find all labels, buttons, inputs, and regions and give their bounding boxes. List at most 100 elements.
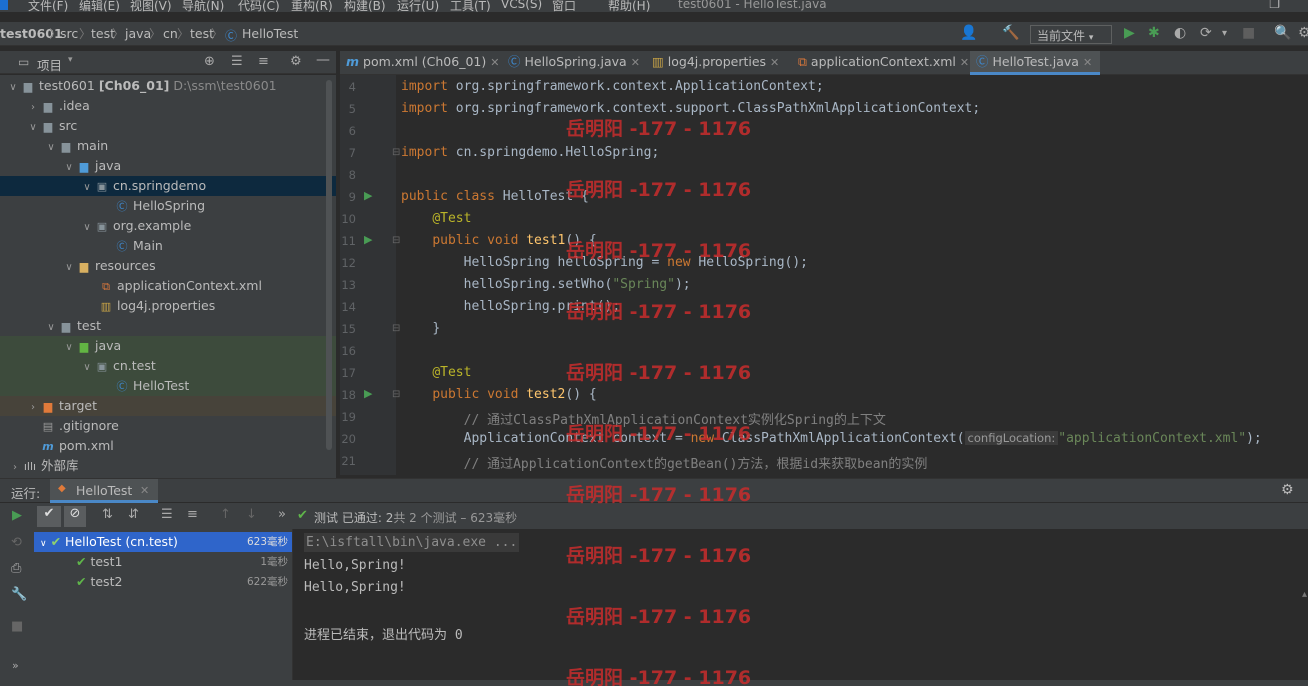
breadcrumb-hellotest[interactable]: HelloTest	[242, 26, 298, 41]
menu-build[interactable]: 构建(B)	[344, 0, 386, 12]
console-output[interactable]: E:\isftall\bin\java.exe ... Hello,Spring…	[294, 529, 1308, 686]
test-row[interactable]: ✔ test2 622毫秒	[34, 572, 292, 592]
menu-refactor[interactable]: 重构(R)	[291, 0, 333, 12]
rerun-icon[interactable]: ▶	[12, 508, 22, 523]
more-run-options-icon[interactable]: ▾	[1222, 28, 1227, 39]
tree-item-cn-test[interactable]: ∨ ▣ cn.test	[0, 356, 336, 376]
locate-icon[interactable]: ⊕	[204, 54, 215, 69]
run-configuration-select[interactable]: 当前文件 ▾	[1030, 25, 1112, 44]
run-test-method-icon[interactable]: ▶	[364, 387, 372, 400]
more-icon[interactable]: »	[278, 507, 286, 522]
tree-item-hellotest[interactable]: Ⓒ HelloTest	[0, 376, 336, 396]
collapse-all-icon[interactable]: ≡	[258, 54, 269, 69]
breadcrumb-java[interactable]: java	[125, 26, 151, 41]
wrench-icon[interactable]: 🔧	[11, 587, 27, 602]
chevron-down-icon[interactable]: ∨	[44, 138, 58, 158]
tree-item-project-root[interactable]: ∨ ▆ test0601 [Ch06_01] D:\ssm\test0601	[6, 76, 328, 96]
tree-item-org-example[interactable]: ∨ ▣ org.example	[6, 216, 328, 236]
next-failed-icon[interactable]: ↓	[246, 507, 257, 522]
close-icon[interactable]: ✕	[140, 484, 149, 497]
chevron-down-icon[interactable]: ∨	[80, 218, 94, 238]
close-icon[interactable]: ✕	[770, 56, 779, 69]
tree-item-cn-springdemo[interactable]: ∨ ▣ cn.springdemo	[0, 176, 336, 196]
run-icon[interactable]: ▶	[1124, 25, 1135, 41]
tab-pom-xml[interactable]: m pom.xml (Ch06_01) ✕	[340, 51, 499, 75]
gear-icon[interactable]: ⚙	[290, 54, 302, 69]
show-passed-icon[interactable]: ✔	[37, 506, 61, 527]
menu-help[interactable]: 帮助(H)	[608, 0, 650, 12]
tree-item-external-libs[interactable]: › ıllı 外部库	[6, 456, 328, 476]
more-icon[interactable]: »	[12, 659, 19, 672]
fold-icon[interactable]: ⊟	[392, 235, 400, 246]
test-row[interactable]: ✔ test1 1毫秒	[34, 552, 292, 572]
menu-edit[interactable]: 编辑(E)	[79, 0, 120, 12]
chevron-down-icon[interactable]: ∨	[62, 258, 76, 278]
tab-run-hellotest[interactable]: ◆ HelloTest ✕	[50, 479, 158, 503]
close-icon[interactable]: ✕	[1083, 56, 1092, 69]
tab-applicationcontext[interactable]: ⧉ applicationContext.xml ✕	[792, 51, 972, 75]
tree-item-gitignore[interactable]: ▤ .gitignore	[6, 416, 328, 436]
restore-window-icon[interactable]: ❐	[1269, 0, 1280, 11]
stop-icon[interactable]: ■	[1242, 25, 1255, 41]
tree-item-applicationcontext[interactable]: ⧉ applicationContext.xml	[6, 276, 328, 296]
settings-icon[interactable]: ⚙	[1298, 25, 1308, 41]
expand-all-icon[interactable]: ☰	[161, 507, 173, 522]
user-icon[interactable]: 👤	[960, 25, 977, 41]
tree-item-target[interactable]: › ▆ target	[0, 396, 336, 416]
previous-failed-icon[interactable]: ↑	[220, 507, 231, 522]
tree-item-main-java[interactable]: ∨ ▆ java	[6, 156, 328, 176]
collapse-all-icon[interactable]: ≡	[187, 507, 198, 522]
chevron-down-icon[interactable]: ∨	[6, 78, 20, 98]
menu-window[interactable]: 窗口	[552, 0, 576, 12]
sort-by-duration-icon[interactable]: ⇵	[128, 507, 139, 522]
tree-item-idea[interactable]: › ▆ .idea	[6, 96, 328, 116]
tree-item-test[interactable]: ∨ ▆ test	[6, 316, 328, 336]
tab-log4j[interactable]: ▥ log4j.properties ✕	[646, 51, 796, 75]
profile-icon[interactable]: ⟳	[1200, 25, 1212, 41]
menu-file[interactable]: 文件(F)	[28, 0, 68, 12]
command-line[interactable]: E:\isftall\bin\java.exe ...	[304, 533, 520, 552]
tree-item-log4j[interactable]: ▥ log4j.properties	[6, 296, 328, 316]
hide-panel-icon[interactable]: —	[316, 52, 330, 68]
close-icon[interactable]: ✕	[631, 56, 640, 69]
breadcrumb-src[interactable]: src	[60, 26, 78, 41]
tree-item-hellospring[interactable]: Ⓒ HelloSpring	[6, 196, 328, 216]
tree-item-main-class[interactable]: Ⓒ Main	[6, 236, 328, 256]
chevron-down-icon[interactable]: ∨	[62, 158, 76, 178]
close-icon[interactable]: ✕	[490, 56, 499, 69]
chevron-right-icon[interactable]: ›	[26, 98, 40, 118]
fold-icon[interactable]: ⊟	[392, 389, 400, 400]
gear-icon[interactable]: ⚙	[1281, 482, 1294, 498]
menu-code[interactable]: 代码(C)	[238, 0, 280, 12]
chevron-right-icon[interactable]: ›	[8, 458, 22, 478]
breadcrumb-cn[interactable]: cn	[163, 26, 178, 41]
stop-icon[interactable]: ■	[11, 619, 23, 634]
chevron-down-icon[interactable]: ∨	[26, 118, 40, 138]
tree-item-main[interactable]: ∨ ▆ main	[6, 136, 328, 156]
expand-all-icon[interactable]: ☰	[231, 54, 243, 69]
test-suite-row[interactable]: ∨ ✔ HelloTest (cn.test) 623毫秒	[34, 532, 292, 552]
chevron-right-icon[interactable]: ›	[26, 398, 40, 418]
chevron-down-icon[interactable]: ∨	[62, 338, 76, 358]
chevron-down-icon[interactable]: ∨	[40, 539, 47, 549]
menu-tools[interactable]: 工具(T)	[450, 0, 491, 12]
menu-run[interactable]: 运行(U)	[397, 0, 439, 12]
build-hammer-icon[interactable]: 🔨	[1002, 25, 1019, 41]
run-test-class-icon[interactable]: ▶	[364, 189, 372, 202]
project-panel-title[interactable]: 项目	[37, 55, 62, 74]
chevron-down-icon[interactable]: ∨	[44, 318, 58, 338]
toggle-auto-test-icon[interactable]: ⟲	[11, 535, 22, 550]
menu-vcs[interactable]: VCS(S)	[501, 0, 542, 11]
debug-icon[interactable]: ✱	[1148, 25, 1160, 41]
tab-hellotest[interactable]: Ⓒ HelloTest.java ✕	[970, 51, 1100, 75]
run-test-method-icon[interactable]: ▶	[364, 233, 372, 246]
show-ignored-icon[interactable]: ⊘	[64, 506, 86, 527]
tree-item-pom[interactable]: m pom.xml	[6, 436, 328, 456]
tab-hellospring[interactable]: Ⓒ HelloSpring.java ✕	[502, 51, 656, 75]
chevron-down-icon[interactable]: ▾	[68, 55, 73, 65]
close-icon[interactable]: ✕	[960, 56, 969, 69]
camera-icon[interactable]: ⎙	[11, 561, 21, 576]
coverage-icon[interactable]: ◐	[1174, 25, 1186, 41]
menu-view[interactable]: 视图(V)	[130, 0, 172, 12]
tree-item-src[interactable]: ∨ ▆ src	[6, 116, 328, 136]
